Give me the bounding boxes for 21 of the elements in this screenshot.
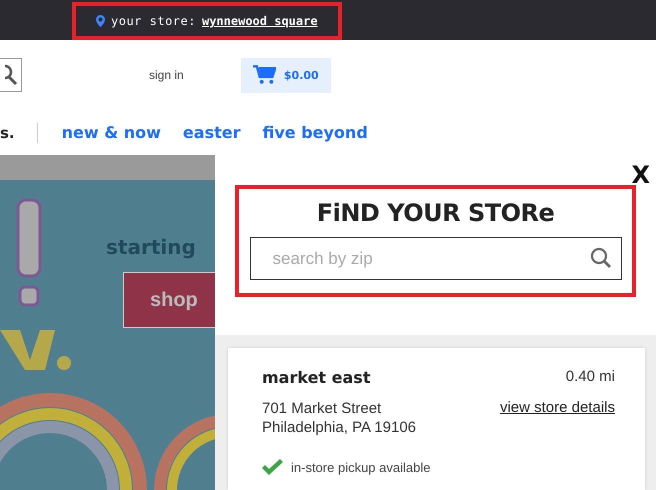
shop-button[interactable]: shop	[123, 272, 215, 328]
nav-link[interactable]: easter	[182, 123, 240, 142]
search-icon[interactable]	[590, 247, 612, 269]
store-details-link[interactable]: view store details	[500, 399, 615, 416]
search-icon	[5, 64, 19, 86]
panel-title: FiND YOUR STORe	[316, 199, 554, 227]
store-link[interactable]: wynnewood square	[202, 14, 318, 28]
zip-search-field[interactable]: search by zip	[250, 237, 622, 280]
sign-in-link[interactable]: sign in	[149, 68, 184, 82]
store-label: your store:	[111, 14, 196, 28]
store-name: market east	[262, 368, 370, 387]
store-distance: 0.40 mi	[566, 368, 615, 385]
cart-button[interactable]: $0.00	[240, 58, 331, 92]
location-pin-icon	[96, 15, 105, 27]
store-address: 701 Market Street Philadelphia, PA 19106	[262, 399, 416, 437]
nav-item[interactable]: s.	[0, 124, 15, 142]
close-button[interactable]: X	[631, 161, 650, 189]
nav-link[interactable]: new & now	[62, 123, 161, 142]
nav-link[interactable]: five beyond	[262, 123, 368, 142]
cart-icon	[252, 65, 276, 85]
pickup-status: in-store pickup available	[291, 460, 430, 474]
